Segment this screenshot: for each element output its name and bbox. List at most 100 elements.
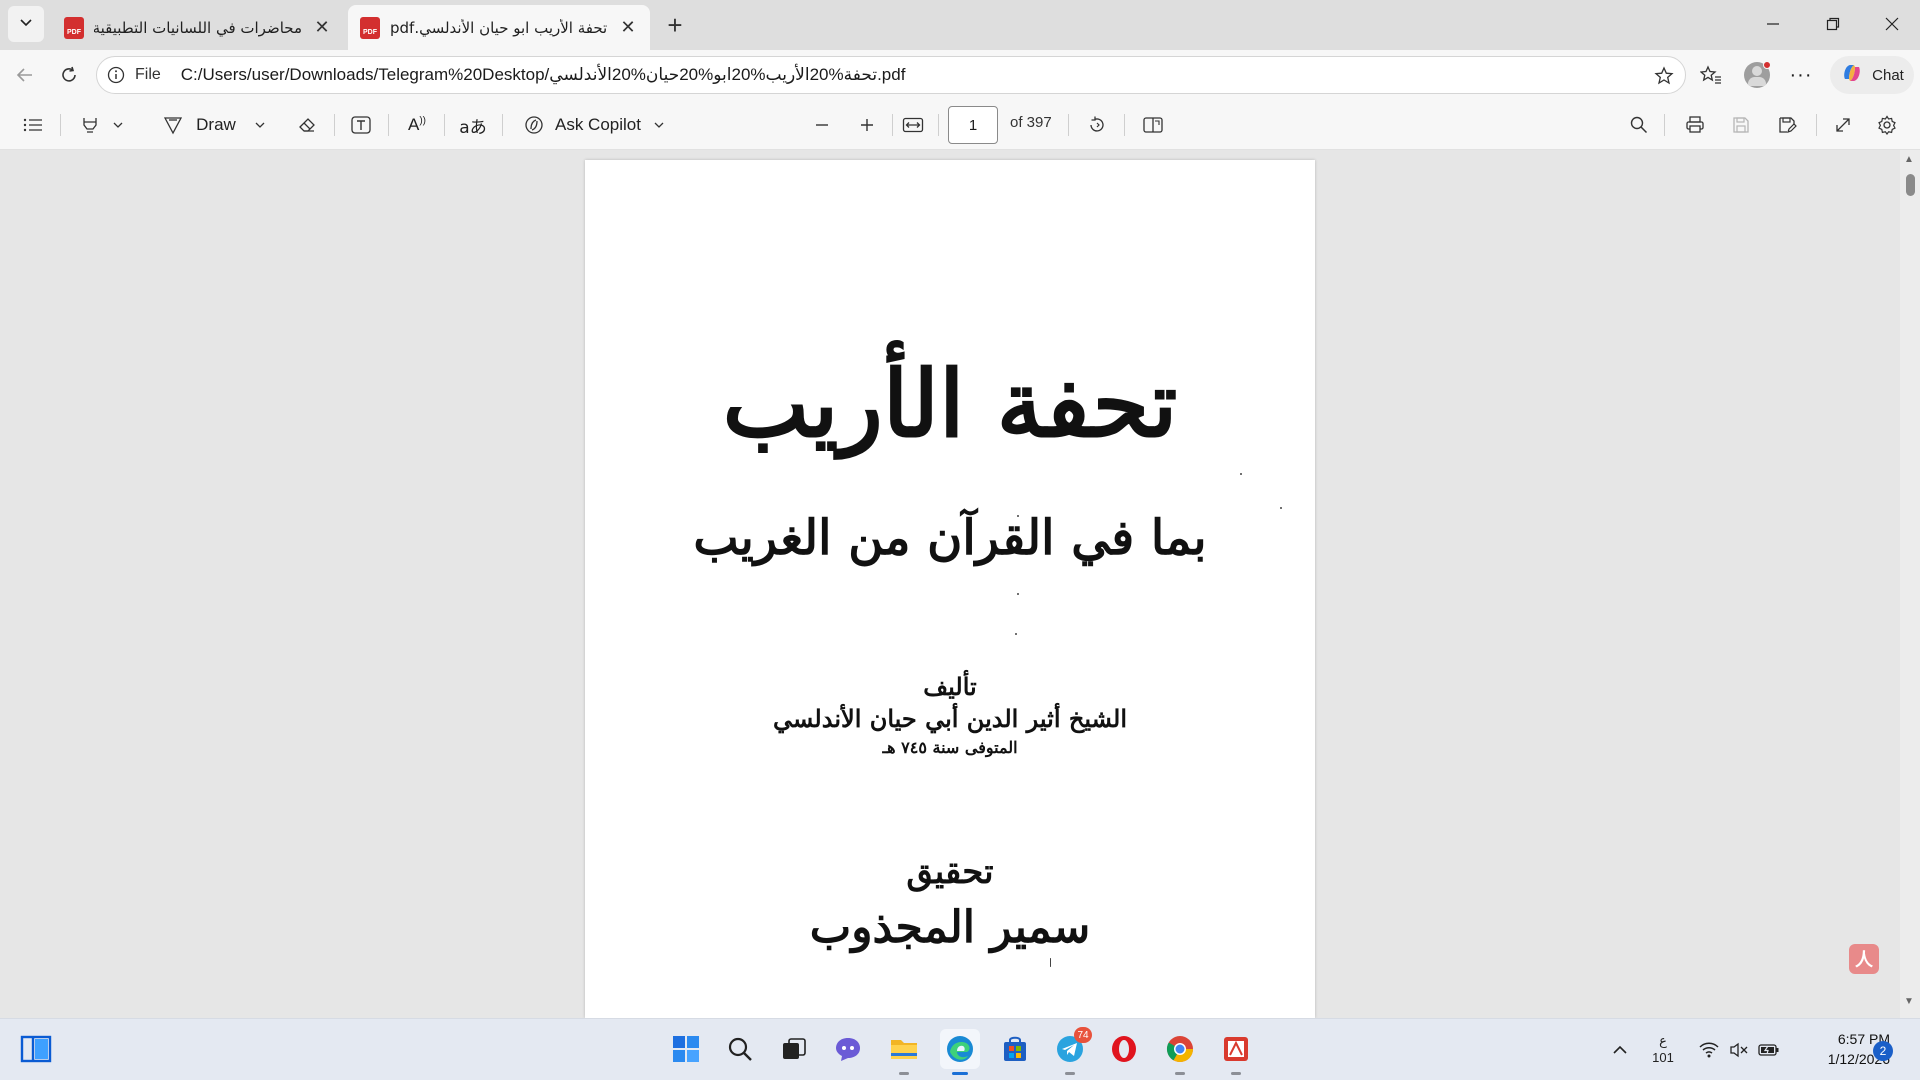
pdf-file-icon: PDF [360, 16, 380, 39]
scroll-down-arrow-icon[interactable]: ▼ [1904, 996, 1914, 1007]
close-window-button[interactable] [1864, 0, 1920, 48]
toolbar-divider [1664, 114, 1665, 136]
scrollbar-thumb[interactable] [1906, 174, 1915, 196]
toolbar-divider [892, 114, 893, 136]
wifi-status-button[interactable] [1694, 1019, 1724, 1080]
author-label: تأليف [923, 672, 977, 701]
profile-button[interactable] [1740, 58, 1774, 92]
copilot-chat-button[interactable]: Chat [1830, 56, 1914, 94]
find-button[interactable] [1622, 109, 1656, 141]
highlight-button[interactable] [72, 109, 132, 141]
chevron-down-icon [255, 122, 265, 128]
active-indicator [952, 1072, 968, 1075]
book-subtitle: بما في القرآن من الغريب [693, 510, 1207, 566]
scan-speck [1017, 593, 1019, 595]
address-bar[interactable]: File C:/Users/user/Downloads/Telegram%20… [96, 56, 1686, 94]
draw-button[interactable]: Draw [156, 109, 272, 141]
refresh-button[interactable] [52, 58, 86, 92]
taskbar-edge[interactable] [940, 1029, 980, 1075]
copilot-icon [1840, 61, 1864, 89]
read-aloud-icon: A)) [407, 115, 426, 134]
star-icon [1654, 66, 1674, 85]
back-button[interactable] [8, 58, 42, 92]
volume-button[interactable] [1724, 1019, 1754, 1080]
pdf-settings-button[interactable] [1870, 109, 1904, 141]
favorites-button[interactable] [1694, 58, 1728, 92]
eraser-icon [299, 118, 315, 132]
save-button[interactable] [1724, 109, 1758, 141]
zoom-in-button[interactable] [850, 109, 884, 141]
author-name: الشيخ أثير الدين أبي حيان الأندلسي [773, 704, 1127, 733]
vertical-scrollbar[interactable]: ▲ ▼ [1900, 150, 1920, 1018]
tab-title: محاضرات في اللسانيات التطبيقية2.pdf [94, 18, 302, 37]
close-icon[interactable]: ✕ [312, 17, 332, 38]
acrobat-icon[interactable]: 人 [1849, 944, 1879, 974]
chat-label: Chat [1872, 66, 1904, 84]
author-death-date: المتوفى سنة ٧٤٥ هـ [882, 738, 1018, 757]
close-icon[interactable]: ✕ [618, 17, 638, 38]
print-button[interactable] [1678, 109, 1712, 141]
address-bar-row: File C:/Users/user/Downloads/Telegram%20… [0, 50, 1920, 100]
task-view-button[interactable] [774, 1029, 814, 1069]
tab-tuhfat-alarib[interactable]: PDF تحفة الأريب ابو حيان الأندلسي.pdf ✕ [348, 5, 650, 50]
page-number-input[interactable]: 1 [948, 106, 998, 144]
start-button[interactable] [16, 1029, 56, 1069]
taskbar-chrome[interactable] [1160, 1029, 1200, 1075]
toolbar-divider [334, 114, 335, 136]
minimize-button[interactable] [1745, 0, 1801, 48]
url-text[interactable]: C:/Users/user/Downloads/Telegram%20Deskt… [181, 65, 906, 85]
zoom-out-button[interactable] [805, 109, 839, 141]
translate-button[interactable]: aあ [456, 109, 490, 141]
unread-badge: 74 [1074, 1027, 1092, 1043]
taskbar-chat-app[interactable] [828, 1029, 868, 1069]
taskbar-opera[interactable] [1104, 1029, 1144, 1069]
pdf-viewport[interactable]: تحفة الأريب بما في القرآن من الغريب تألي… [0, 150, 1920, 1018]
show-hidden-icons-button[interactable] [1605, 1019, 1635, 1080]
erase-button[interactable] [290, 109, 324, 141]
taskbar-search-button[interactable] [720, 1029, 760, 1069]
task-view-icon [783, 1038, 806, 1059]
scheme-label: File [135, 66, 161, 83]
pdf-page: تحفة الأريب بما في القرآن من الغريب تألي… [585, 160, 1315, 1018]
running-indicator [1065, 1072, 1075, 1075]
page-view-button[interactable] [1136, 109, 1170, 141]
save-as-icon [1779, 117, 1797, 133]
running-indicator [899, 1072, 909, 1075]
scan-speck [1280, 507, 1282, 509]
restore-button[interactable] [1805, 0, 1861, 48]
tab-lisaniyat[interactable]: PDF محاضرات في اللسانيات التطبيقية2.pdf … [52, 5, 344, 50]
read-aloud-button[interactable]: A)) [400, 109, 434, 141]
tab-actions-menu-button[interactable] [8, 6, 44, 42]
translate-icon: aあ [459, 117, 487, 138]
scroll-up-arrow-icon[interactable]: ▲ [1904, 154, 1914, 165]
chevron-down-icon [654, 122, 664, 128]
toolbar-divider [938, 114, 939, 136]
site-info-button[interactable]: File [107, 66, 161, 84]
avatar [1744, 61, 1771, 88]
settings-and-more-button[interactable]: ··· [1784, 58, 1818, 92]
taskbar-windows-start-center[interactable] [666, 1029, 706, 1069]
fullscreen-button[interactable] [1826, 109, 1860, 141]
taskbar-pdf-reader[interactable] [1216, 1029, 1256, 1075]
scan-speck [1017, 515, 1019, 517]
new-tab-button[interactable]: + [658, 8, 692, 42]
input-language-indicator[interactable]: ع 101 [1648, 1019, 1678, 1080]
toolbar-divider [444, 114, 445, 136]
pdf-app-icon [1224, 1037, 1248, 1061]
battery-status-button[interactable] [1754, 1019, 1784, 1080]
taskbar-file-explorer[interactable] [884, 1029, 924, 1075]
highlighter-icon [83, 118, 97, 133]
notification-center-badge[interactable]: 2 [1873, 1041, 1893, 1061]
ask-copilot-button[interactable]: Ask Copilot [518, 109, 670, 141]
add-text-button[interactable] [344, 109, 378, 141]
save-as-button[interactable] [1770, 109, 1804, 141]
taskbar-telegram[interactable]: 74 [1050, 1027, 1092, 1075]
rotate-button[interactable] [1080, 109, 1114, 141]
language-label: ع [1659, 1034, 1667, 1049]
add-favorite-button[interactable] [1651, 63, 1677, 89]
table-of-contents-button[interactable] [16, 109, 50, 141]
fit-to-width-button[interactable] [896, 109, 930, 141]
fit-width-icon [902, 117, 924, 133]
favorites-star-icon [1700, 65, 1721, 84]
taskbar-microsoft-store[interactable] [995, 1029, 1035, 1069]
